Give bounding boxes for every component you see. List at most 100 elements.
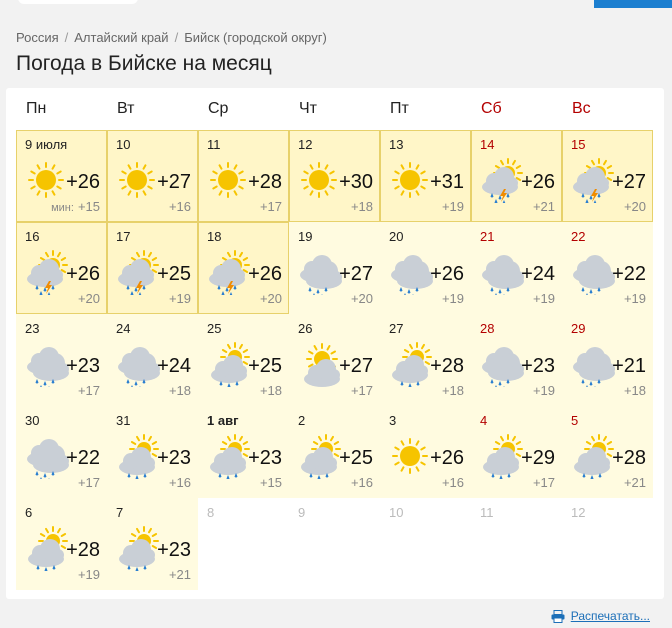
calendar-day[interactable]: 22 +22 +19 xyxy=(562,222,653,314)
calendar-day-empty: 12 xyxy=(562,498,653,590)
day-date: 26 xyxy=(298,321,313,336)
sun-icon xyxy=(210,162,246,198)
calendar-day[interactable]: 7 +23 +21 xyxy=(107,498,198,590)
day-date: 31 xyxy=(116,413,131,428)
max-temperature: +23 xyxy=(157,539,191,561)
min-temperature: +18 xyxy=(260,383,282,398)
day-date: 13 xyxy=(389,137,404,152)
day-date: 23 xyxy=(25,321,40,336)
max-temperature: +28 xyxy=(66,539,100,561)
month-calendar: Пн Вт Ср Чт Пт Сб Вс 9 июля +26 мин: +15 10 +27 +16 1… xyxy=(6,88,664,599)
calendar-day[interactable]: 28 +23 +19 xyxy=(471,314,562,406)
day-date: 25 xyxy=(207,321,222,336)
calendar-day[interactable]: 11 +28 +17 xyxy=(198,130,289,222)
calendar-day[interactable]: 2 +25 +16 xyxy=(289,406,380,498)
calendar-day[interactable]: 15 +27 +20 xyxy=(562,130,653,222)
day-date: 4 xyxy=(480,413,488,428)
calendar-day[interactable]: 5 +28 +21 xyxy=(562,406,653,498)
thunderstorm-icon xyxy=(482,158,523,203)
thunderstorm-icon xyxy=(118,250,159,295)
min-value: +18 xyxy=(259,383,282,398)
day-date: 20 xyxy=(389,229,404,244)
breadcrumb-district[interactable]: Бийск (городской округ) xyxy=(184,30,327,45)
sun-icon xyxy=(301,162,337,198)
calendar-day[interactable]: 20 +26 +19 xyxy=(380,222,471,314)
calendar-day[interactable]: 27 +28 +18 xyxy=(380,314,471,406)
breadcrumb-region[interactable]: Алтайский край xyxy=(74,30,168,45)
day-date: 3 xyxy=(389,413,397,428)
calendar-day[interactable]: 3 +26 +16 xyxy=(380,406,471,498)
min-temperature: +20 xyxy=(624,199,646,214)
day-date: 21 xyxy=(480,229,495,244)
max-temperature: +24 xyxy=(521,263,555,285)
max-temperature: +26 xyxy=(430,263,464,285)
calendar-day[interactable]: 13 +31 +19 xyxy=(380,130,471,222)
min-temperature: +15 xyxy=(260,475,282,490)
calendar-day[interactable]: 6 +28 +19 xyxy=(16,498,107,590)
min-value: +18 xyxy=(168,383,191,398)
sun-rain-icon xyxy=(119,526,159,571)
min-value: +20 xyxy=(259,291,282,306)
min-temperature: +19 xyxy=(624,291,646,306)
calendar-day[interactable]: 26 +27 +17 xyxy=(289,314,380,406)
calendar-day[interactable]: 25 +25 +18 xyxy=(198,314,289,406)
min-value: +21 xyxy=(168,567,191,582)
max-temperature: +26 xyxy=(430,447,464,469)
calendar-day[interactable]: 29 +21 +18 xyxy=(562,314,653,406)
max-temperature: +29 xyxy=(521,447,555,469)
day-date: 15 xyxy=(571,137,586,152)
min-temperature: +20 xyxy=(260,291,282,306)
day-date: 29 xyxy=(571,321,586,336)
max-temperature: +30 xyxy=(339,171,373,193)
breadcrumb-country[interactable]: Россия xyxy=(16,30,59,45)
calendar-day[interactable]: 30 +22 +17 xyxy=(16,406,107,498)
print-link[interactable]: Распечатать... xyxy=(551,609,650,623)
min-temperature: +21 xyxy=(624,475,646,490)
calendar-day[interactable]: 1 авг +23 +15 xyxy=(198,406,289,498)
calendar-day[interactable]: 10 +27 +16 xyxy=(107,130,198,222)
breadcrumb-separator: / xyxy=(174,30,179,45)
min-temperature: +20 xyxy=(78,291,100,306)
calendar-day[interactable]: 19 +27 +20 xyxy=(289,222,380,314)
min-temperature: +21 xyxy=(533,199,555,214)
page-title: Погода в Бийске на месяц xyxy=(16,52,272,75)
min-temperature: +19 xyxy=(533,383,555,398)
min-value: +19 xyxy=(532,383,555,398)
calendar-day[interactable]: 18 +26 +20 xyxy=(198,222,289,314)
top-tab[interactable] xyxy=(18,0,138,4)
max-temperature: +21 xyxy=(612,355,646,377)
calendar-day[interactable]: 17 +25 +19 xyxy=(107,222,198,314)
calendar-day[interactable]: 9 июля +26 мин: +15 xyxy=(16,130,107,222)
min-value: +19 xyxy=(532,291,555,306)
calendar-day[interactable]: 12 +30 +18 xyxy=(289,130,380,222)
day-date: 11 xyxy=(207,137,221,152)
min-value: +20 xyxy=(623,199,646,214)
calendar-day-empty: 9 xyxy=(289,498,380,590)
min-value: +17 xyxy=(532,475,555,490)
sun-icon xyxy=(392,162,428,198)
calendar-day[interactable]: 31 +23 +16 xyxy=(107,406,198,498)
calendar-day[interactable]: 23 +23 +17 xyxy=(16,314,107,406)
calendar-day[interactable]: 24 +24 +18 xyxy=(107,314,198,406)
day-date: 12 xyxy=(571,505,586,520)
calendar-day[interactable]: 4 +29 +17 xyxy=(471,406,562,498)
min-temperature: +17 xyxy=(260,199,282,214)
sun-icon xyxy=(392,438,428,474)
max-temperature: +27 xyxy=(157,171,191,193)
day-date: 9 xyxy=(298,505,306,520)
weekday-label: Чт xyxy=(299,100,317,117)
calendar-day-empty: 8 xyxy=(198,498,289,590)
calendar-day[interactable]: 21 +24 +19 xyxy=(471,222,562,314)
min-temperature: +21 xyxy=(169,567,191,582)
day-date: 7 xyxy=(116,505,124,520)
max-temperature: +23 xyxy=(66,355,100,377)
min-value: +16 xyxy=(441,475,464,490)
day-date: 18 xyxy=(207,229,222,244)
calendar-day[interactable]: 14 +26 +21 xyxy=(471,130,562,222)
max-temperature: +28 xyxy=(612,447,646,469)
min-temperature: +16 xyxy=(169,475,191,490)
calendar-day[interactable]: 16 +26 +20 xyxy=(16,222,107,314)
day-date: 14 xyxy=(480,137,495,152)
top-accent[interactable] xyxy=(594,0,672,8)
weekday-header: Пн Вт Ср Чт Пт Сб Вс xyxy=(16,100,653,128)
